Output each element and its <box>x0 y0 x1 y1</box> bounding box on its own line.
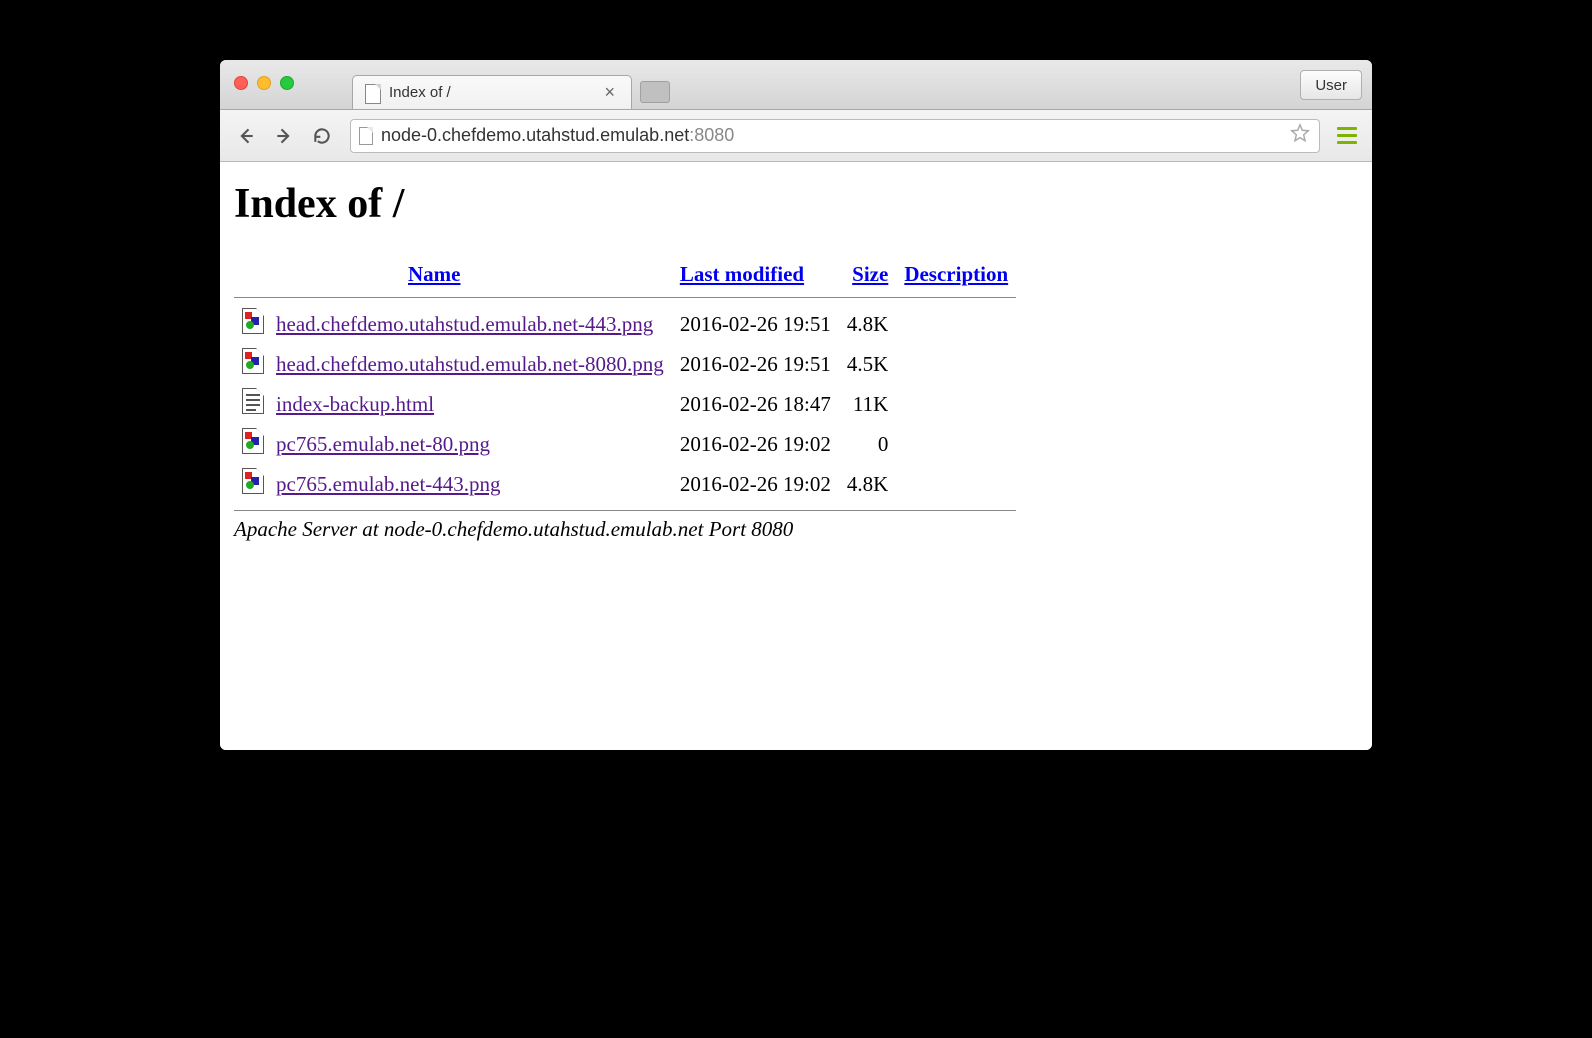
file-modified: 2016-02-26 19:02 <box>672 424 839 464</box>
file-link[interactable]: index-backup.html <box>276 392 434 416</box>
file-link[interactable]: head.chefdemo.utahstud.emulab.net-8080.p… <box>276 352 664 376</box>
server-signature: Apache Server at node-0.chefdemo.utahstu… <box>234 517 1358 542</box>
table-row: head.chefdemo.utahstud.emulab.net-8080.p… <box>234 344 1016 384</box>
page-title: Index of / <box>234 180 1358 228</box>
file-size: 11K <box>839 384 896 424</box>
directory-listing-table: Name Last modified Size Description head… <box>234 258 1016 517</box>
url-text[interactable]: node-0.chefdemo.utahstud.emulab.net:8080 <box>381 125 1281 146</box>
address-bar[interactable]: node-0.chefdemo.utahstud.emulab.net:8080 <box>350 119 1320 153</box>
file-modified: 2016-02-26 18:47 <box>672 384 839 424</box>
table-row: pc765.emulab.net-80.png 2016-02-26 19:020 <box>234 424 1016 464</box>
column-header-description: Description <box>896 258 1016 291</box>
window-controls <box>234 76 294 90</box>
arrow-right-icon <box>274 126 294 146</box>
file-modified: 2016-02-26 19:51 <box>672 304 839 344</box>
file-description <box>896 344 1016 384</box>
titlebar: Index of / × User <box>220 60 1372 110</box>
window-zoom-button[interactable] <box>280 76 294 90</box>
divider <box>234 510 1016 511</box>
table-header-row: Name Last modified Size Description <box>234 258 1016 291</box>
file-description <box>896 424 1016 464</box>
file-size: 4.5K <box>839 344 896 384</box>
browser-window: Index of / × User node-0.chefdemo.utahst… <box>220 60 1372 750</box>
column-header-modified: Last modified <box>672 258 839 291</box>
file-size: 4.8K <box>839 304 896 344</box>
star-icon <box>1289 122 1311 144</box>
tab-title: Index of / <box>389 84 592 101</box>
image-file-icon <box>242 308 264 334</box>
url-port: :8080 <box>689 125 734 145</box>
file-description <box>896 384 1016 424</box>
file-icon <box>359 127 373 145</box>
table-row: pc765.emulab.net-443.png 2016-02-26 19:02… <box>234 464 1016 504</box>
file-modified: 2016-02-26 19:02 <box>672 464 839 504</box>
file-link[interactable]: pc765.emulab.net-80.png <box>276 432 490 456</box>
user-profile-button[interactable]: User <box>1300 70 1362 100</box>
back-button[interactable] <box>230 120 262 152</box>
reload-icon <box>312 126 332 146</box>
file-size: 4.8K <box>839 464 896 504</box>
window-close-button[interactable] <box>234 76 248 90</box>
hamburger-icon <box>1337 127 1357 130</box>
tab-strip: Index of / × <box>352 60 670 109</box>
page-content: Index of / Name Last modified Size Descr… <box>220 162 1372 750</box>
file-modified: 2016-02-26 19:51 <box>672 344 839 384</box>
sort-by-modified-link[interactable]: Last modified <box>680 262 804 286</box>
table-row: index-backup.html 2016-02-26 18:4711K <box>234 384 1016 424</box>
close-icon[interactable]: × <box>600 82 619 103</box>
user-profile-label: User <box>1315 77 1347 94</box>
image-file-icon <box>242 428 264 454</box>
reload-button[interactable] <box>306 120 338 152</box>
image-file-icon <box>242 348 264 374</box>
file-description <box>896 464 1016 504</box>
column-header-size: Size <box>839 258 896 291</box>
column-header-name: Name <box>268 258 672 291</box>
divider <box>234 297 1016 298</box>
toolbar: node-0.chefdemo.utahstud.emulab.net:8080 <box>220 110 1372 162</box>
table-row: head.chefdemo.utahstud.emulab.net-443.pn… <box>234 304 1016 344</box>
file-link[interactable]: head.chefdemo.utahstud.emulab.net-443.pn… <box>276 312 653 336</box>
file-description <box>896 304 1016 344</box>
menu-button[interactable] <box>1332 121 1362 151</box>
window-minimize-button[interactable] <box>257 76 271 90</box>
file-link[interactable]: pc765.emulab.net-443.png <box>276 472 501 496</box>
text-file-icon <box>242 388 264 414</box>
forward-button[interactable] <box>268 120 300 152</box>
file-size: 0 <box>839 424 896 464</box>
file-icon <box>365 83 381 103</box>
bookmark-button[interactable] <box>1289 122 1311 149</box>
sort-by-size-link[interactable]: Size <box>852 262 888 286</box>
image-file-icon <box>242 468 264 494</box>
sort-by-description-link[interactable]: Description <box>904 262 1008 286</box>
new-tab-button[interactable] <box>640 81 670 103</box>
url-host: node-0.chefdemo.utahstud.emulab.net <box>381 125 689 145</box>
sort-by-name-link[interactable]: Name <box>408 262 460 286</box>
arrow-left-icon <box>236 126 256 146</box>
browser-tab[interactable]: Index of / × <box>352 75 632 109</box>
